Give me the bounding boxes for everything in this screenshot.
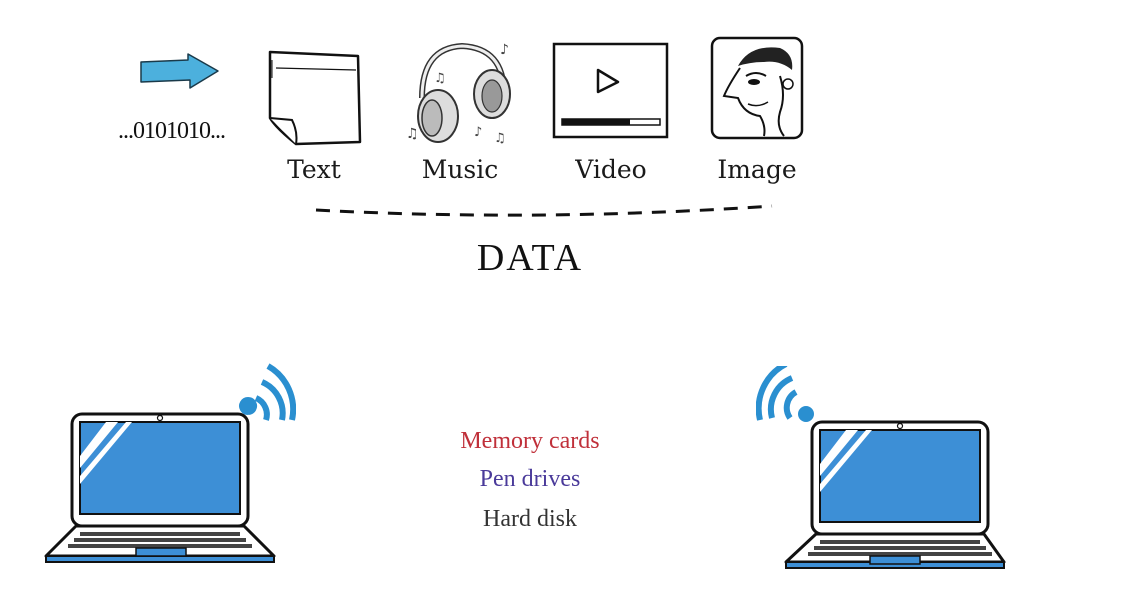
- storage-memory-cards: Memory cards: [460, 428, 600, 454]
- storage-pen-drives: Pen drives: [479, 466, 581, 492]
- svg-text:♪: ♪: [474, 125, 482, 140]
- data-group-label: DATA: [476, 237, 584, 279]
- svg-text:♫: ♫: [494, 131, 506, 146]
- svg-text:♫: ♫: [406, 126, 419, 142]
- caricature-portrait-icon: [710, 36, 804, 140]
- svg-text:♫: ♫: [434, 71, 446, 86]
- binary-data-text: ...0101010...: [118, 118, 226, 144]
- laptop-left-icon: [44, 363, 296, 563]
- note-page-icon: [268, 50, 362, 146]
- video-player-icon: [552, 42, 669, 139]
- headphones-icon: ♪ ♫ ♫ ♪ ♫: [406, 42, 511, 146]
- dashed-group-line: [315, 204, 773, 217]
- laptop-right-icon: [756, 366, 1006, 569]
- data-type-label-video: Video: [575, 155, 647, 184]
- arrow-right-icon: [140, 53, 219, 89]
- storage-hard-disk: Hard disk: [483, 506, 577, 532]
- data-type-label-text: Text: [287, 155, 341, 184]
- data-type-label-music: Music: [421, 155, 499, 184]
- data-type-label-image: Image: [717, 155, 797, 184]
- svg-text:♪: ♪: [500, 42, 509, 58]
